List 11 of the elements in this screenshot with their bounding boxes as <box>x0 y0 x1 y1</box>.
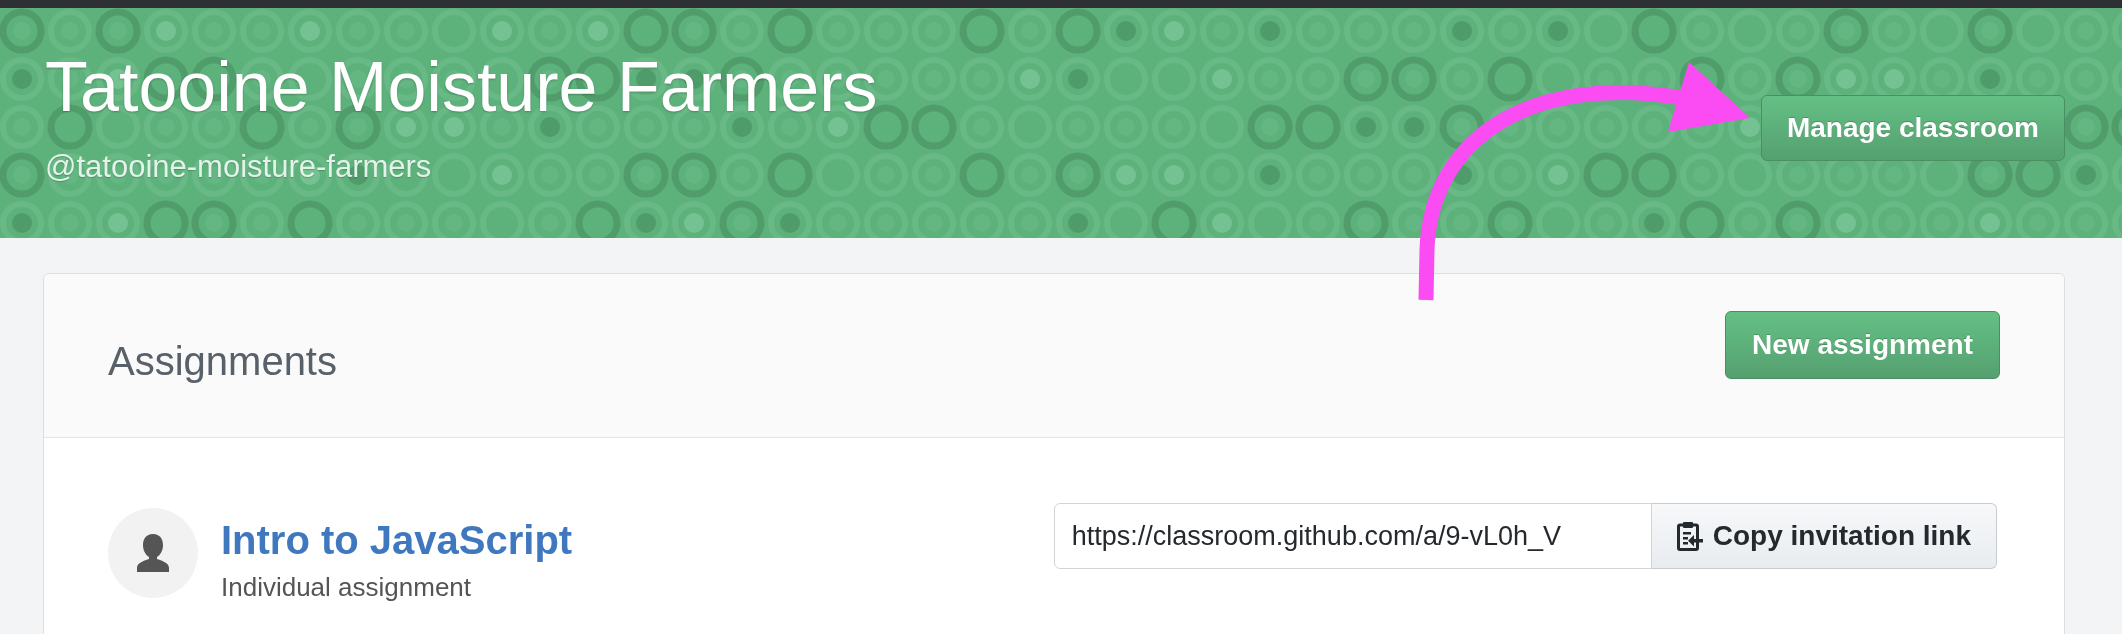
new-assignment-button[interactable]: New assignment <box>1725 311 2000 379</box>
assignment-title-link[interactable]: Intro to JavaScript <box>221 516 573 564</box>
section-title: Assignments <box>108 338 337 385</box>
manage-classroom-button[interactable]: Manage classroom <box>1760 95 2065 161</box>
invitation-url-field[interactable]: https://classroom.github.com/a/9-vL0h_V <box>1053 503 1652 569</box>
clipboard-icon <box>1676 521 1703 551</box>
classroom-title: Tatooine Moisture Farmers <box>45 47 878 127</box>
person-avatar-icon <box>108 508 198 598</box>
classroom-handle: @tatooine-moisture-farmers <box>45 149 433 185</box>
copy-invitation-button[interactable]: Copy invitation link <box>1651 503 1997 569</box>
assignment-type-label: Individual assignment <box>221 571 472 603</box>
